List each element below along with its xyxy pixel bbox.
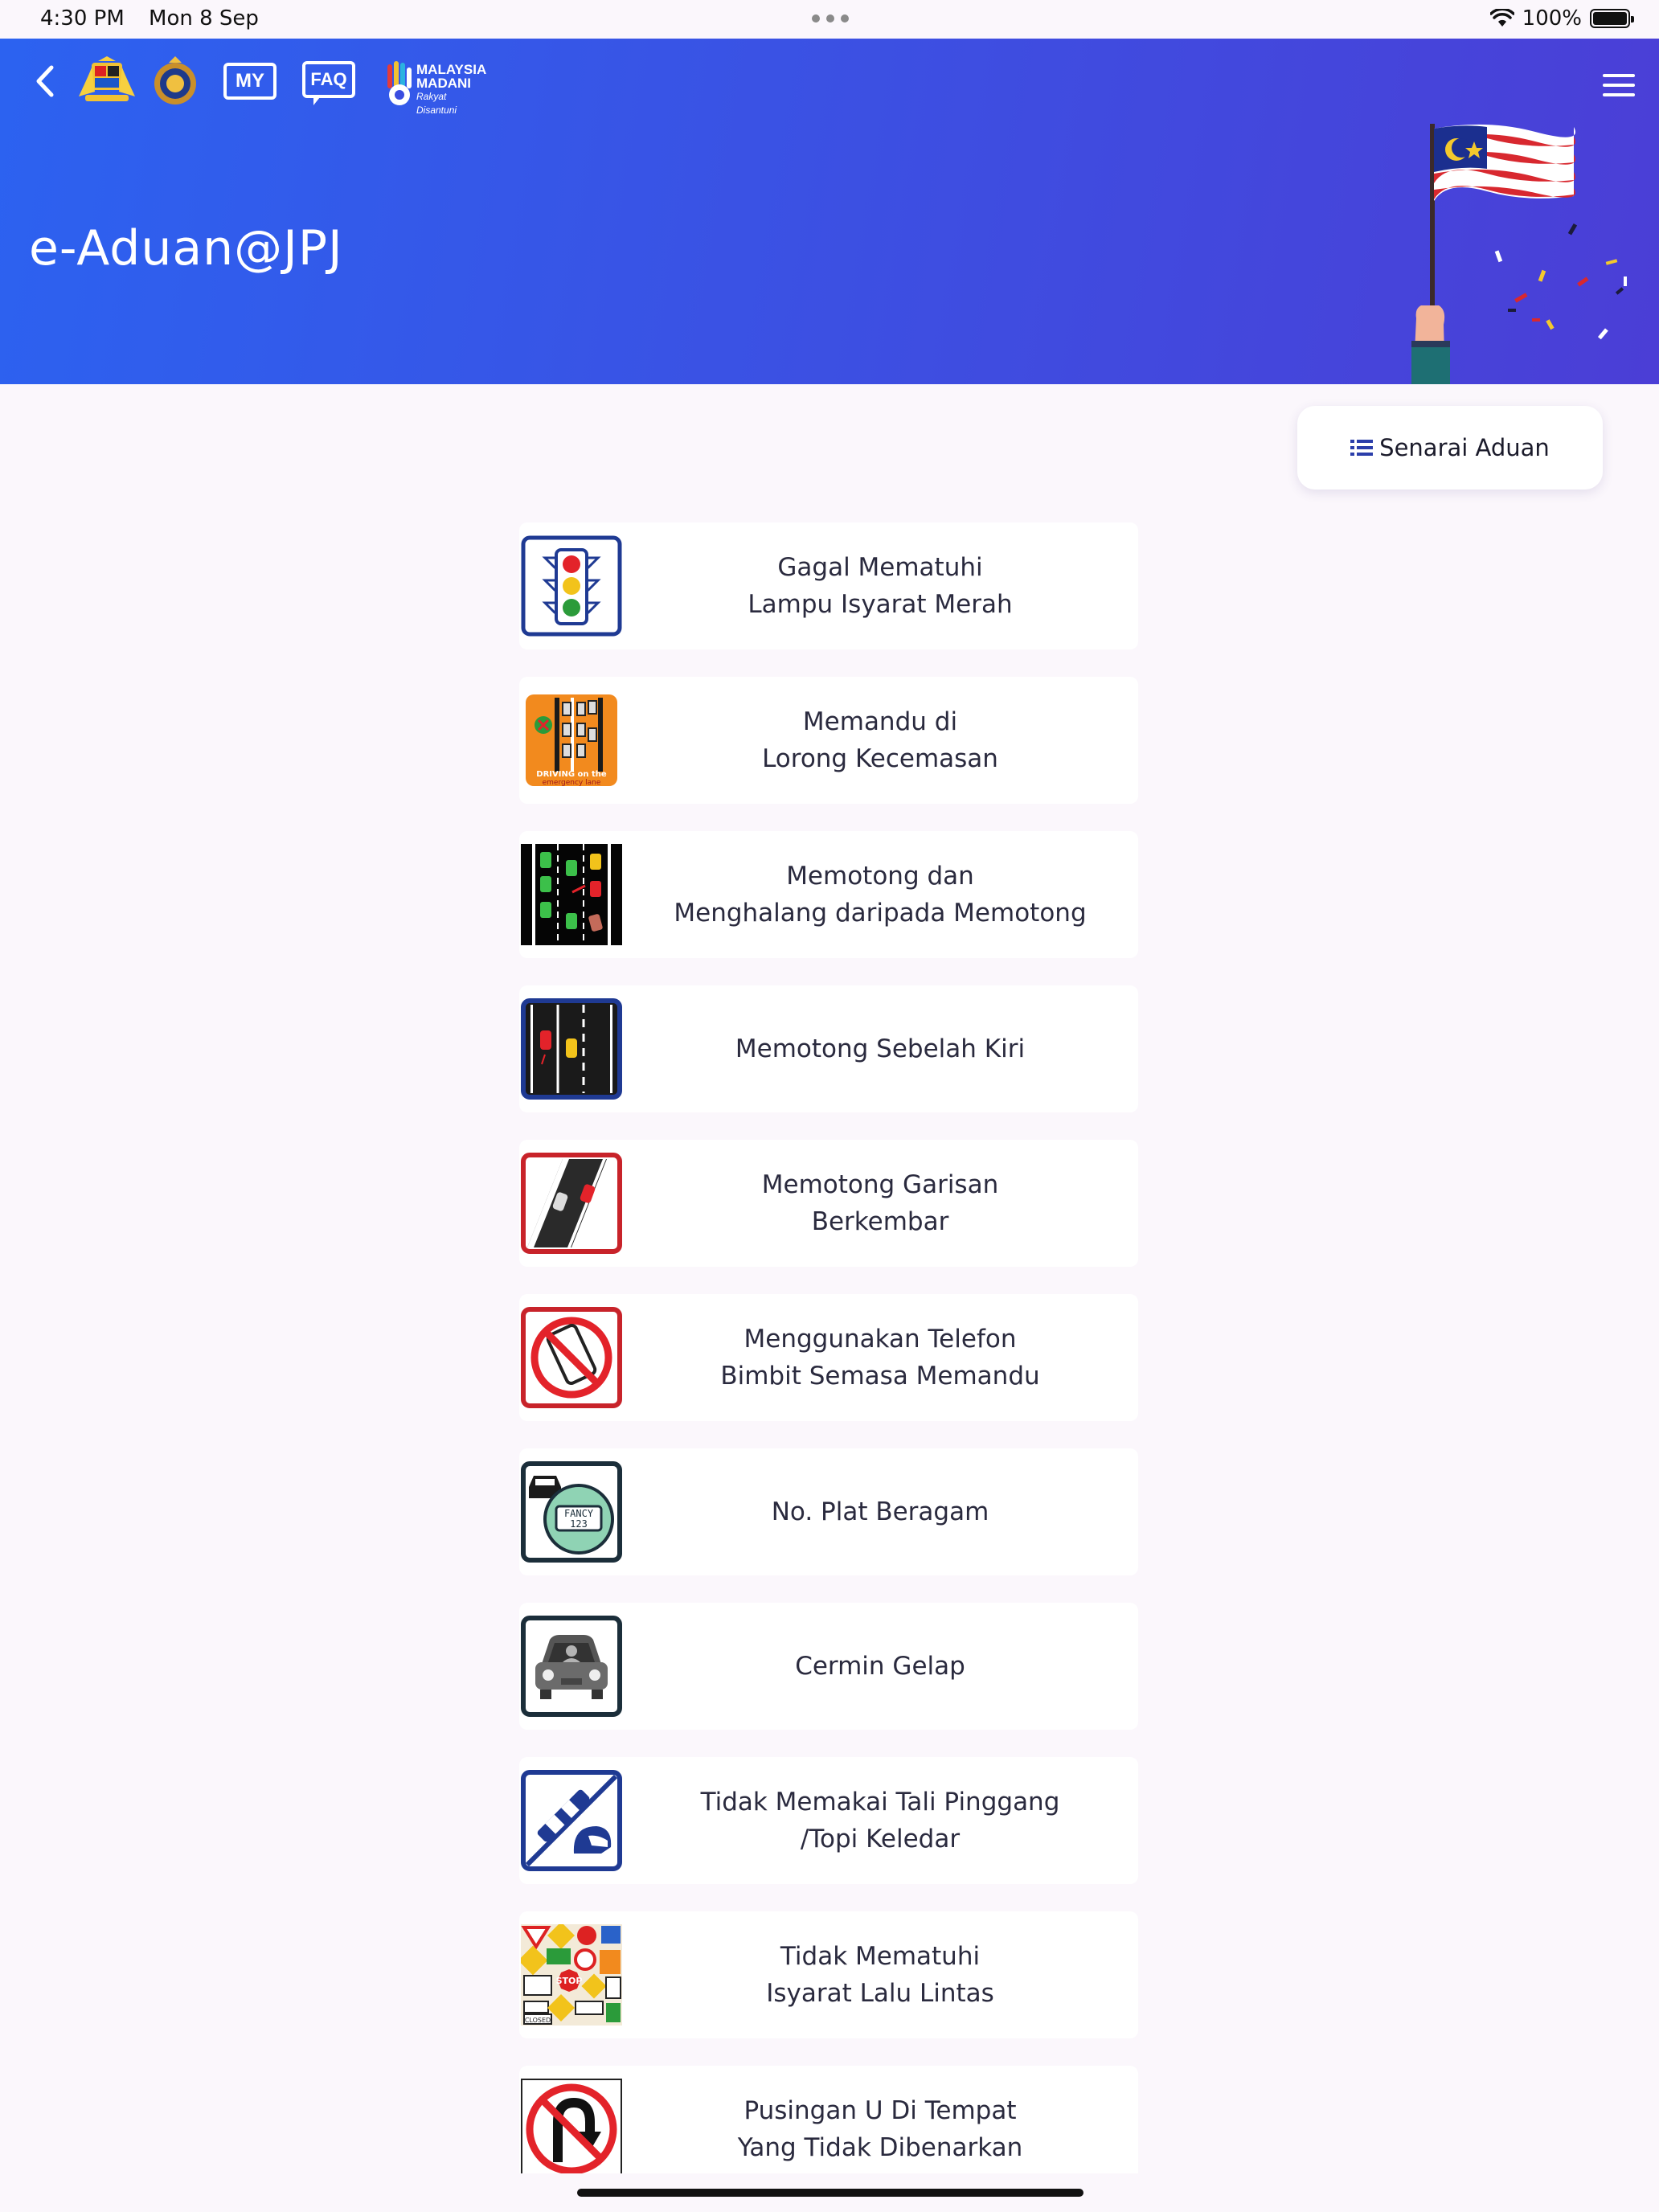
tinted-window-icon — [521, 1616, 622, 1717]
page-title: e-Aduan@JPJ — [29, 220, 343, 276]
card-title-line2: Lampu Isyarat Merah — [748, 590, 1013, 619]
card-title-line1: No. Plat Beragam — [771, 1497, 989, 1526]
card-title-line2: /Topi Keledar — [800, 1825, 961, 1854]
overtaking-blocking-icon — [521, 844, 622, 945]
emergency-caption-2: emergency lane — [543, 779, 601, 787]
status-time: 4:30 PM — [40, 6, 125, 31]
madani-line3: Rakyat Disantuni — [416, 91, 457, 116]
senarai-aduan-label: Senarai Aduan — [1379, 434, 1550, 461]
complaint-card-overtaking-blocking[interactable]: Memotong dan Menghalang daripada Memoton… — [519, 831, 1138, 958]
card-title-line1: Cermin Gelap — [795, 1652, 965, 1681]
complaint-card-tinted-window[interactable]: Cermin Gelap — [519, 1603, 1138, 1730]
seatbelt-helmet-icon — [521, 1770, 622, 1871]
complaint-card-seatbelt-helmet[interactable]: Tidak Memakai Tali Pinggang /Topi Keleda… — [519, 1757, 1138, 1884]
complaint-card-traffic-signs[interactable]: STOP CLOSED Tidak Mematuhi Isyarat Lalu … — [519, 1911, 1138, 2038]
card-title-line1: Memandu di — [802, 707, 958, 736]
emergency-lane-icon: DRIVING on the emergency lane — [521, 690, 622, 791]
plate-caption-1: FANCY — [564, 1508, 594, 1519]
left-overtake-icon — [521, 998, 622, 1100]
no-phone-icon — [521, 1307, 622, 1408]
complaint-card-phone-driving[interactable]: Menggunakan Telefon Bimbit Semasa Memand… — [519, 1294, 1138, 1421]
list-icon — [1350, 440, 1373, 456]
malaysia-flag-hand-illustration — [1411, 124, 1627, 384]
card-title-line1: Tidak Mematuhi — [780, 1942, 981, 1971]
complaint-card-red-light[interactable]: Gagal Mematuhi Lampu Isyarat Merah — [519, 522, 1138, 649]
hamburger-menu-icon[interactable] — [1603, 74, 1635, 100]
complaint-card-double-line[interactable]: Memotong Garisan Berkembar — [519, 1140, 1138, 1267]
faq-button[interactable]: FAQ — [302, 61, 355, 105]
complaint-card-emergency-lane[interactable]: DRIVING on the emergency lane Memandu di… — [519, 677, 1138, 804]
card-title-line2: Lorong Kecemasan — [762, 744, 998, 773]
card-title-line2: Isyarat Lalu Lintas — [766, 1979, 994, 2008]
home-indicator[interactable] — [577, 2189, 1083, 2197]
plate-caption-2: 123 — [570, 1518, 588, 1530]
card-title-line1: Tidak Memakai Tali Pinggang — [700, 1788, 1060, 1817]
status-indicators: 100% — [1489, 6, 1634, 31]
card-title-line2: Bimbit Semasa Memandu — [720, 1362, 1040, 1391]
emergency-caption-1: DRIVING on the — [536, 770, 607, 779]
card-title-line1: Gagal Mematuhi — [777, 553, 983, 582]
header-banner: MY FAQ MALAYSIA MADANI Rakyat Disantuni … — [0, 39, 1659, 384]
card-title-line2: Yang Tidak Dibenarkan — [737, 2133, 1023, 2162]
madani-line1: MALAYSIA — [416, 62, 487, 77]
no-u-turn-icon — [521, 2079, 622, 2173]
back-chevron-icon[interactable] — [29, 61, 61, 101]
complaint-card-fancy-plate[interactable]: FANCY 123 No. Plat Beragam — [519, 1448, 1138, 1575]
malaysia-madani-logo[interactable]: MALAYSIA MADANI Rakyat Disantuni — [384, 61, 489, 116]
my-logo[interactable]: MY — [223, 63, 276, 100]
card-title-line1: Pusingan U Di Tempat — [743, 2096, 1017, 2125]
card-title-line1: Menggunakan Telefon — [743, 1325, 1017, 1354]
status-date: Mon 8 Sep — [149, 6, 259, 31]
card-title-line1: Memotong dan — [786, 862, 974, 891]
traffic-light-icon — [521, 535, 622, 637]
sign-caption-stop: STOP — [556, 1976, 583, 1986]
multitasking-dots-icon[interactable] — [812, 14, 849, 23]
card-title-line1: Memotong Garisan — [761, 1170, 999, 1199]
complaint-card-no-u-turn[interactable]: Pusingan U Di Tempat Yang Tidak Dibenark… — [519, 2066, 1138, 2173]
complaint-type-list: Gagal Mematuhi Lampu Isyarat Merah DRIVI… — [519, 522, 1138, 2173]
card-title-line2: Berkembar — [811, 1207, 949, 1236]
madani-hand-icon — [387, 61, 412, 105]
battery-percent: 100% — [1522, 6, 1582, 31]
battery-icon — [1590, 9, 1634, 28]
traffic-signs-icon: STOP CLOSED — [521, 1924, 622, 2026]
card-title-line2: Menghalang daripada Memotong — [674, 899, 1087, 928]
sign-caption-closed: CLOSED — [525, 2017, 551, 2024]
status-bar: 4:30 PM Mon 8 Sep 100% — [0, 0, 1659, 39]
complaint-card-left-overtake[interactable]: Memotong Sebelah Kiri — [519, 985, 1138, 1112]
malaysia-crest-logo[interactable] — [74, 56, 140, 108]
senarai-aduan-button[interactable]: Senarai Aduan — [1297, 406, 1603, 490]
madani-line2: MADANI — [416, 76, 471, 91]
jpj-logo[interactable] — [151, 56, 199, 108]
wifi-icon — [1489, 9, 1514, 27]
double-line-icon — [521, 1153, 622, 1254]
fancy-plate-icon: FANCY 123 — [521, 1461, 622, 1563]
status-time-date: 4:30 PM Mon 8 Sep — [40, 6, 276, 31]
card-title-line1: Memotong Sebelah Kiri — [735, 1034, 1026, 1063]
